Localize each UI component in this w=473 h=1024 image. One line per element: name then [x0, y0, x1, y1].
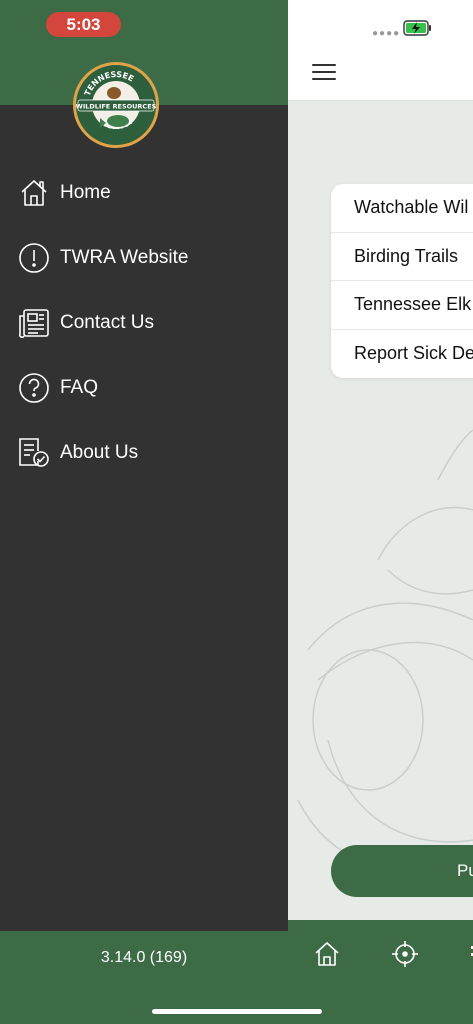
link-watchable-wildlife[interactable]: Watchable Wil: [331, 184, 473, 233]
more-icon: [471, 946, 473, 956]
drawer-menu: Home TWRA Website Contact Us FAQ About U…: [0, 160, 288, 485]
main-content: ●●●● Watchable Wil Birding Trails Tennes…: [288, 0, 473, 1024]
alert-circle-icon: [18, 242, 50, 274]
app-bar: ●●●●: [288, 0, 473, 101]
menu-item-label: Contact Us: [60, 311, 154, 333]
logo-text-middle: WILDLIFE RESOURCES: [76, 103, 156, 111]
menu-item-contact-us[interactable]: Contact Us: [0, 290, 288, 355]
tab-location[interactable]: [391, 940, 419, 968]
document-check-icon: [18, 437, 50, 469]
menu-toggle-button[interactable]: [312, 64, 336, 86]
link-tennessee-elk[interactable]: Tennessee Elk: [331, 281, 473, 330]
crosshair-icon: [392, 941, 418, 967]
menu-item-label: FAQ: [60, 376, 99, 398]
app-version: 3.14.0 (169): [100, 949, 188, 966]
menu-item-faq[interactable]: FAQ: [0, 355, 288, 420]
hamburger-line: [312, 64, 336, 66]
home-icon: [18, 177, 50, 209]
primary-action-button[interactable]: Pu: [331, 845, 473, 897]
newspaper-icon: [18, 307, 50, 339]
signal-icon: ●●●●: [372, 28, 401, 39]
hamburger-line: [312, 78, 336, 80]
menu-item-twra-website[interactable]: TWRA Website: [0, 225, 288, 290]
tab-more[interactable]: [468, 940, 473, 968]
link-report-sick-deer[interactable]: Report Sick De: [331, 330, 473, 379]
navigation-drawer: 5:03 TENNESSEE AGENCY WILDLIFE RESOURCES: [0, 0, 288, 1024]
quick-links-card: Watchable Wil Birding Trails Tennessee E…: [331, 184, 473, 378]
home-icon: [315, 942, 339, 966]
status-time: 5:03: [46, 12, 121, 37]
menu-item-label: TWRA Website: [60, 246, 189, 268]
menu-item-label: Home: [60, 181, 111, 203]
menu-item-about-us[interactable]: About Us: [0, 420, 288, 485]
background-sketch-illustration: [297, 429, 473, 871]
link-birding-trails[interactable]: Birding Trails: [331, 233, 473, 281]
question-circle-icon: [18, 372, 50, 404]
hamburger-line: [312, 71, 336, 73]
home-indicator: [152, 1009, 322, 1014]
battery-charging-icon: [403, 20, 431, 36]
tab-home[interactable]: [313, 940, 341, 968]
menu-item-label: About Us: [60, 441, 139, 463]
twra-logo: TENNESSEE AGENCY WILDLIFE RESOURCES: [73, 62, 159, 148]
menu-item-home[interactable]: Home: [0, 160, 288, 225]
